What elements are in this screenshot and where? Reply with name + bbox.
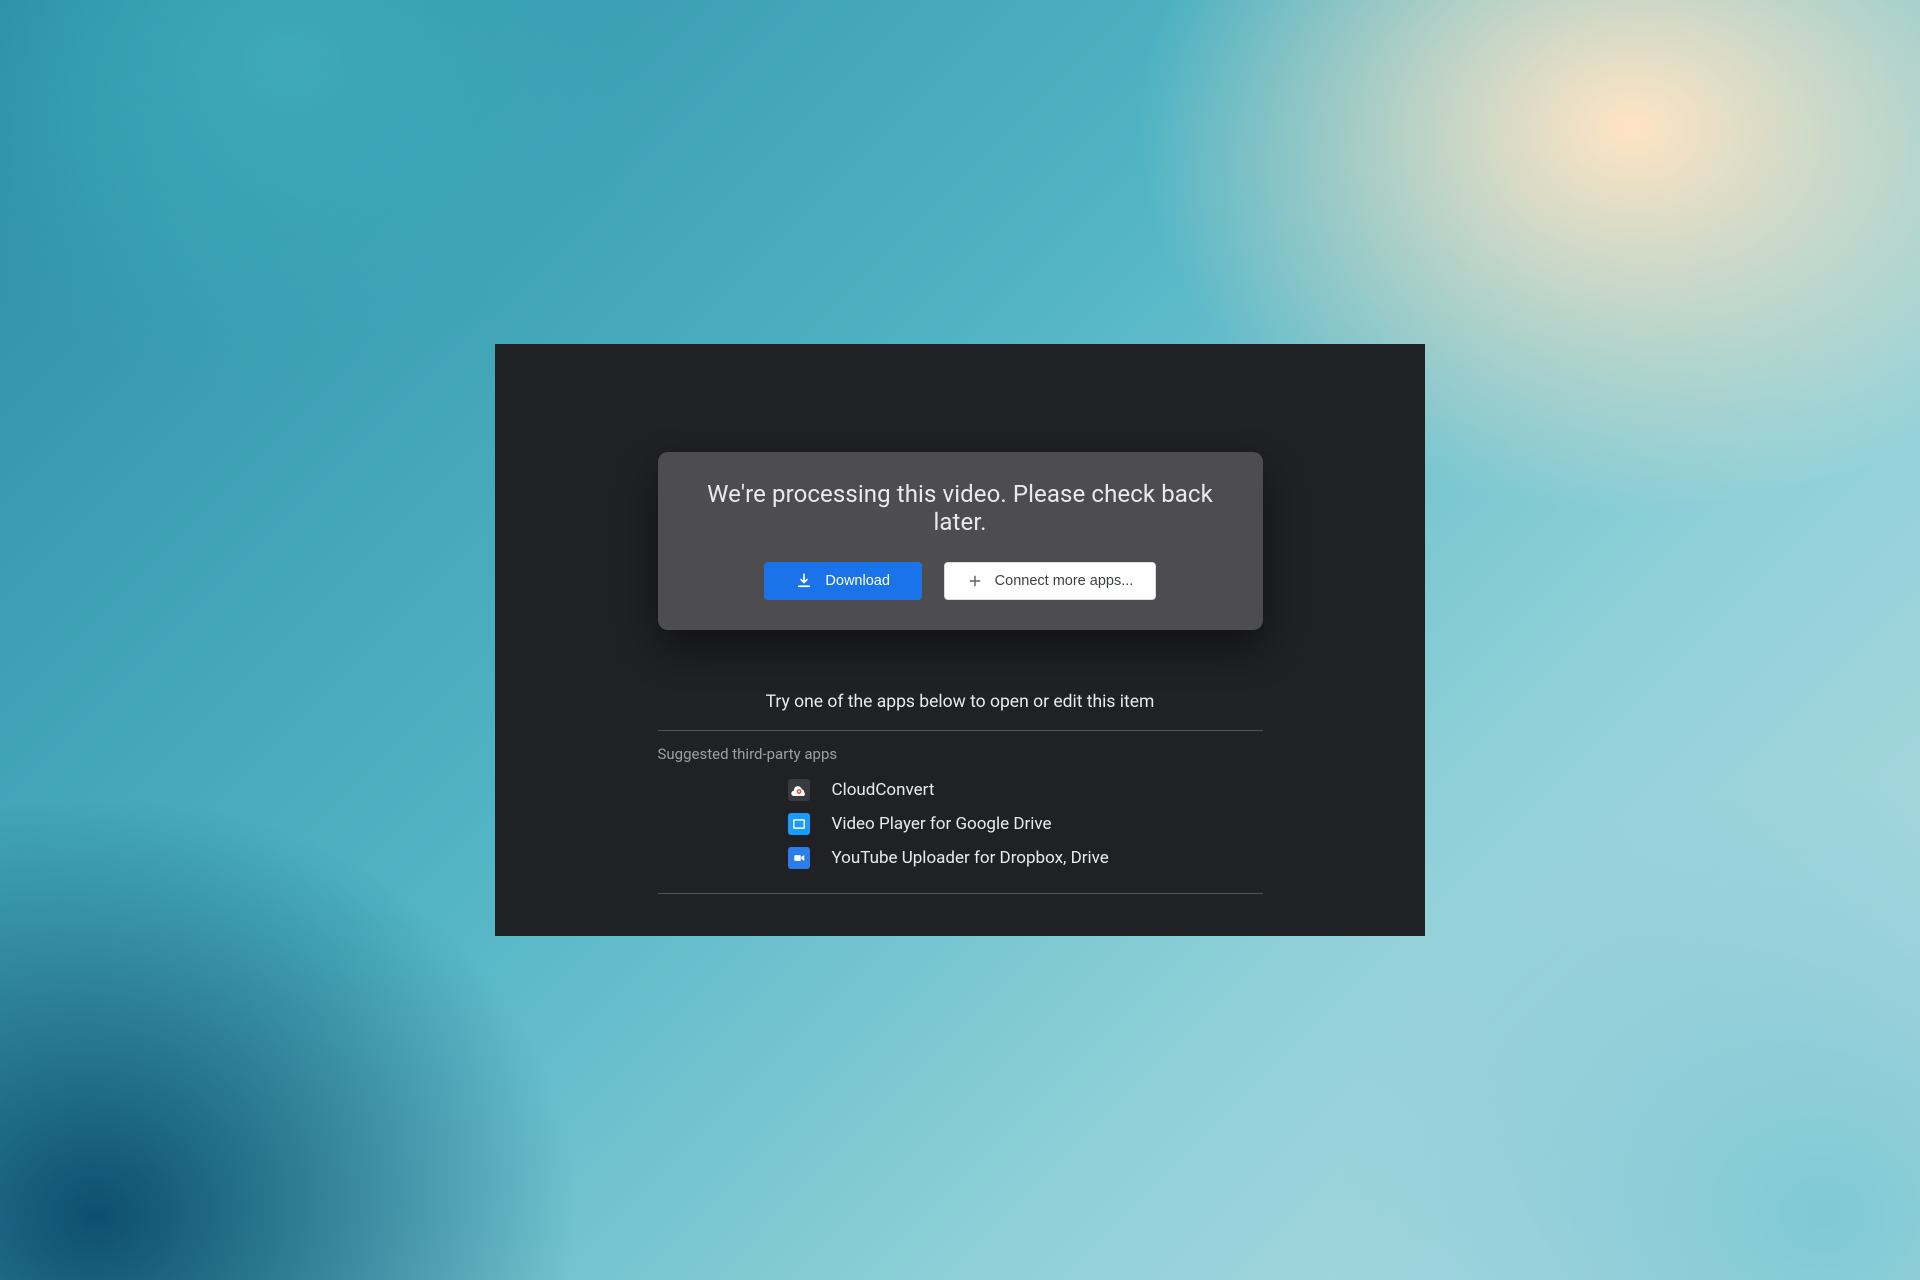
download-icon xyxy=(795,572,813,590)
download-button-label: Download xyxy=(825,573,890,589)
app-name: YouTube Uploader for Dropbox, Drive xyxy=(832,848,1109,868)
app-name: CloudConvert xyxy=(832,780,935,800)
suggested-apps-label: Suggested third-party apps xyxy=(658,745,1263,763)
cloudconvert-icon xyxy=(788,779,810,801)
connect-apps-button[interactable]: Connect more apps... xyxy=(944,562,1157,600)
processing-card: We're processing this video. Please chec… xyxy=(658,452,1263,630)
app-name: Video Player for Google Drive xyxy=(832,814,1052,834)
youtube-uploader-icon xyxy=(788,847,810,869)
suggested-apps-section: Suggested third-party apps CloudConvert … xyxy=(658,730,1263,894)
card-button-row: Download Connect more apps... xyxy=(682,562,1239,600)
app-row-cloudconvert[interactable]: CloudConvert xyxy=(658,773,1263,807)
apps-subhead: Try one of the apps below to open or edi… xyxy=(495,692,1425,712)
viewer-panel: We're processing this video. Please chec… xyxy=(495,344,1425,936)
connect-apps-button-label: Connect more apps... xyxy=(995,573,1134,589)
video-player-icon xyxy=(788,813,810,835)
app-row-video-player[interactable]: Video Player for Google Drive xyxy=(658,807,1263,841)
app-row-youtube-uploader[interactable]: YouTube Uploader for Dropbox, Drive xyxy=(658,841,1263,875)
download-button[interactable]: Download xyxy=(764,562,922,600)
plus-icon xyxy=(967,573,983,589)
processing-message: We're processing this video. Please chec… xyxy=(682,480,1239,536)
